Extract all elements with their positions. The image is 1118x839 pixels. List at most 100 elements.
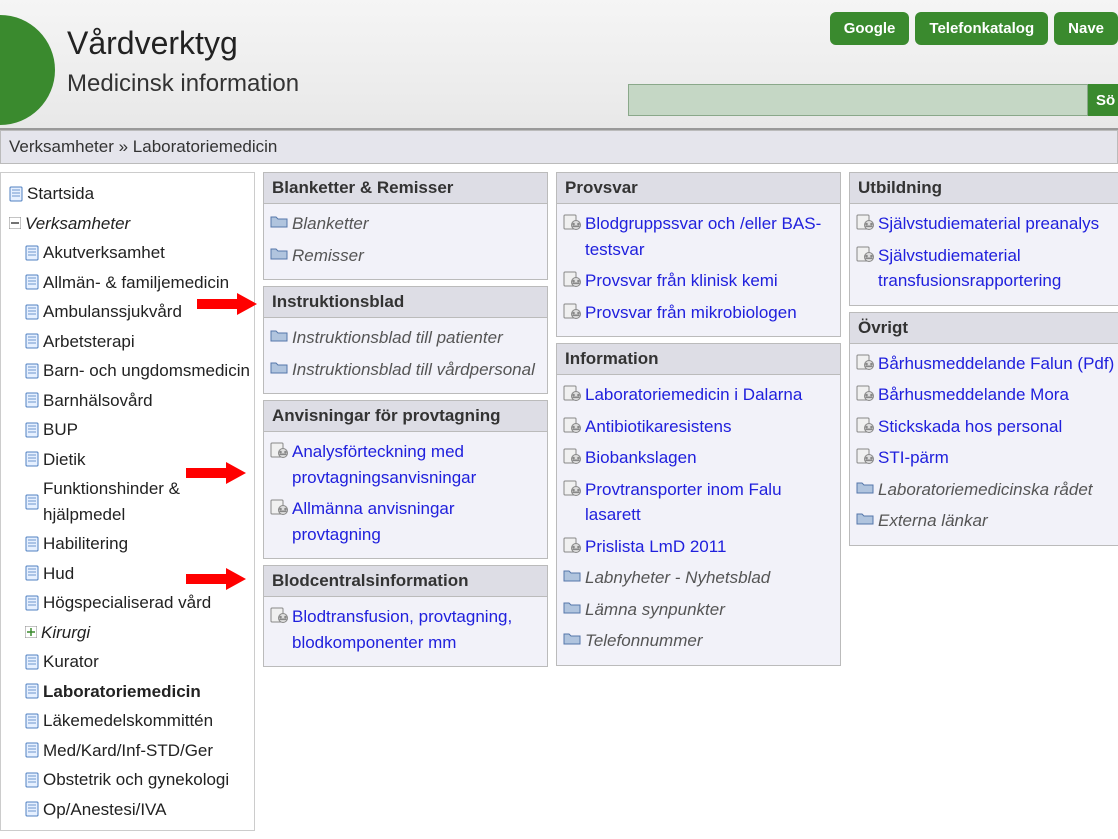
box-link[interactable]: Provsvar från klinisk kemi: [563, 265, 834, 297]
column: Utbildning Självstudiematerial preanalys…: [849, 172, 1118, 831]
box-link-label: Allmänna anvisningar provtagning: [292, 496, 541, 547]
sidebar-item[interactable]: Kirurgi: [3, 618, 252, 648]
sidebar-item-label: Barnhälsovård: [43, 388, 153, 414]
box-link[interactable]: Externa länkar: [856, 505, 1118, 537]
search-button[interactable]: Sö: [1088, 84, 1118, 116]
sidebar-item[interactable]: Dietik: [3, 445, 252, 475]
box-link[interactable]: Bårhusmeddelande Mora: [856, 379, 1118, 411]
sidebar-item-label: Med/Kard/Inf-STD/Ger: [43, 738, 213, 764]
box-link[interactable]: Labnyheter - Nyhetsblad: [563, 562, 834, 594]
box-link[interactable]: Analysförteckning med provtagningsanvisn…: [270, 436, 541, 493]
document-icon: [563, 537, 581, 553]
box-link[interactable]: Bårhusmeddelande Falun (Pdf): [856, 348, 1118, 380]
box-header: Blodcentralsinformation: [264, 566, 547, 597]
box-link[interactable]: Telefonnummer: [563, 625, 834, 657]
site-subtitle: Medicinsk information: [67, 70, 299, 98]
folder-icon: [270, 214, 288, 228]
content-box: Anvisningar för provtagning Analysförtec…: [263, 400, 548, 559]
box-body: Självstudiematerial preanalys Självstudi…: [850, 204, 1118, 305]
sidebar-item[interactable]: Arbetsterapi: [3, 327, 252, 357]
box-header: Provsvar: [557, 173, 840, 204]
page-icon: [25, 494, 39, 510]
breadcrumb-part2[interactable]: Laboratoriemedicin: [133, 137, 278, 156]
sidebar-item[interactable]: Ambulanssjukvård: [3, 297, 252, 327]
box-link[interactable]: Remisser: [270, 240, 541, 272]
top-button-google[interactable]: Google: [830, 12, 910, 45]
box-header: Utbildning: [850, 173, 1118, 204]
box-body: Instruktionsblad till patienter Instrukt…: [264, 318, 547, 393]
page-icon: [25, 422, 39, 438]
box-link[interactable]: Instruktionsblad till vårdpersonal: [270, 354, 541, 386]
box-link[interactable]: Blodtransfusion, provtagning, blodkompon…: [270, 601, 541, 658]
logo-shape: [0, 15, 55, 125]
box-link-label: Provtransporter inom Falu lasarett: [585, 477, 834, 528]
document-icon: [563, 271, 581, 287]
top-button-nave[interactable]: Nave: [1054, 12, 1118, 45]
box-link[interactable]: Blanketter: [270, 208, 541, 240]
sidebar-item-label: Läkemedelskommittén: [43, 708, 213, 734]
page-icon: [25, 565, 39, 581]
sidebar-item-label: Dietik: [43, 447, 86, 473]
box-link[interactable]: Provsvar från mikrobiologen: [563, 297, 834, 329]
document-icon: [856, 214, 874, 230]
sidebar-item[interactable]: Läkemedelskommittén: [3, 706, 252, 736]
search-area: Sö: [628, 84, 1118, 116]
sidebar-item[interactable]: Verksamheter: [3, 209, 252, 239]
box-link[interactable]: Blodgruppssvar och /eller BAS-testsvar: [563, 208, 834, 265]
page-icon: [25, 274, 39, 290]
sidebar-item-label: Funktionshinder & hjälpmedel: [43, 476, 252, 527]
page-icon: [25, 801, 39, 817]
sidebar-item[interactable]: Barn- och ungdomsmedicin: [3, 356, 252, 386]
box-link[interactable]: Antibiotikaresistens: [563, 411, 834, 443]
folder-icon: [270, 360, 288, 374]
page-icon: [25, 304, 39, 320]
box-link[interactable]: Laboratoriemedicin i Dalarna: [563, 379, 834, 411]
sidebar-item[interactable]: Med/Kard/Inf-STD/Ger: [3, 736, 252, 766]
box-link[interactable]: Provtransporter inom Falu lasarett: [563, 474, 834, 531]
box-link[interactable]: Laboratoriemedicinska rådet: [856, 474, 1118, 506]
box-link[interactable]: Lämna synpunkter: [563, 594, 834, 626]
box-link-label: Stickskada hos personal: [878, 414, 1062, 440]
document-icon: [563, 214, 581, 230]
sidebar-item[interactable]: Akutverksamhet: [3, 238, 252, 268]
box-link[interactable]: Självstudiematerial preanalys: [856, 208, 1118, 240]
sidebar-item[interactable]: Op/Anestesi/IVA: [3, 795, 252, 825]
search-input[interactable]: [628, 84, 1088, 116]
box-link-label: Laboratoriemedicin i Dalarna: [585, 382, 802, 408]
box-link[interactable]: Stickskada hos personal: [856, 411, 1118, 443]
sidebar-item[interactable]: Habilitering: [3, 529, 252, 559]
sidebar-item[interactable]: Funktionshinder & hjälpmedel: [3, 474, 252, 529]
box-link-label: Självstudiematerial preanalys: [878, 211, 1099, 237]
box-link-label: Blodgruppssvar och /eller BAS-testsvar: [585, 211, 834, 262]
document-icon: [563, 448, 581, 464]
folder-icon: [856, 511, 874, 525]
box-link[interactable]: Instruktionsblad till patienter: [270, 322, 541, 354]
box-link[interactable]: Biobankslagen: [563, 442, 834, 474]
box-link[interactable]: Självstudiematerial transfusionsrapporte…: [856, 240, 1118, 297]
sidebar-item[interactable]: Hud: [3, 559, 252, 589]
site-title: Vårdverktyg: [67, 25, 299, 62]
sidebar-item[interactable]: Högspecialiserad vård: [3, 588, 252, 618]
box-link[interactable]: Prislista LmD 2011: [563, 531, 834, 563]
box-link[interactable]: STI-pärm: [856, 442, 1118, 474]
breadcrumb-part1[interactable]: Verksamheter: [9, 137, 114, 156]
box-link-label: Analysförteckning med provtagningsanvisn…: [292, 439, 541, 490]
sidebar-item[interactable]: Barnhälsovård: [3, 386, 252, 416]
document-icon: [856, 448, 874, 464]
main: StartsidaVerksamheterAkutverksamhetAllmä…: [0, 164, 1118, 831]
folder-icon: [270, 246, 288, 260]
top-button-telefonkatalog[interactable]: Telefonkatalog: [915, 12, 1048, 45]
sidebar-item[interactable]: BUP: [3, 415, 252, 445]
box-link[interactable]: Allmänna anvisningar provtagning: [270, 493, 541, 550]
content-box: Övrigt Bårhusmeddelande Falun (Pdf) Bårh…: [849, 312, 1118, 546]
content-box: Utbildning Självstudiematerial preanalys…: [849, 172, 1118, 306]
content-box: Information Laboratoriemedicin i Dalarna…: [556, 343, 841, 666]
sidebar-item-label: Arbetsterapi: [43, 329, 135, 355]
sidebar-item[interactable]: Allmän- & familjemedicin: [3, 268, 252, 298]
sidebar-item[interactable]: Laboratoriemedicin: [3, 677, 252, 707]
box-link-label: Laboratoriemedicinska rådet: [878, 477, 1093, 503]
sidebar-item[interactable]: Kurator: [3, 647, 252, 677]
sidebar-item[interactable]: Obstetrik och gynekologi: [3, 765, 252, 795]
sidebar-item[interactable]: Startsida: [3, 179, 252, 209]
box-header: Information: [557, 344, 840, 375]
